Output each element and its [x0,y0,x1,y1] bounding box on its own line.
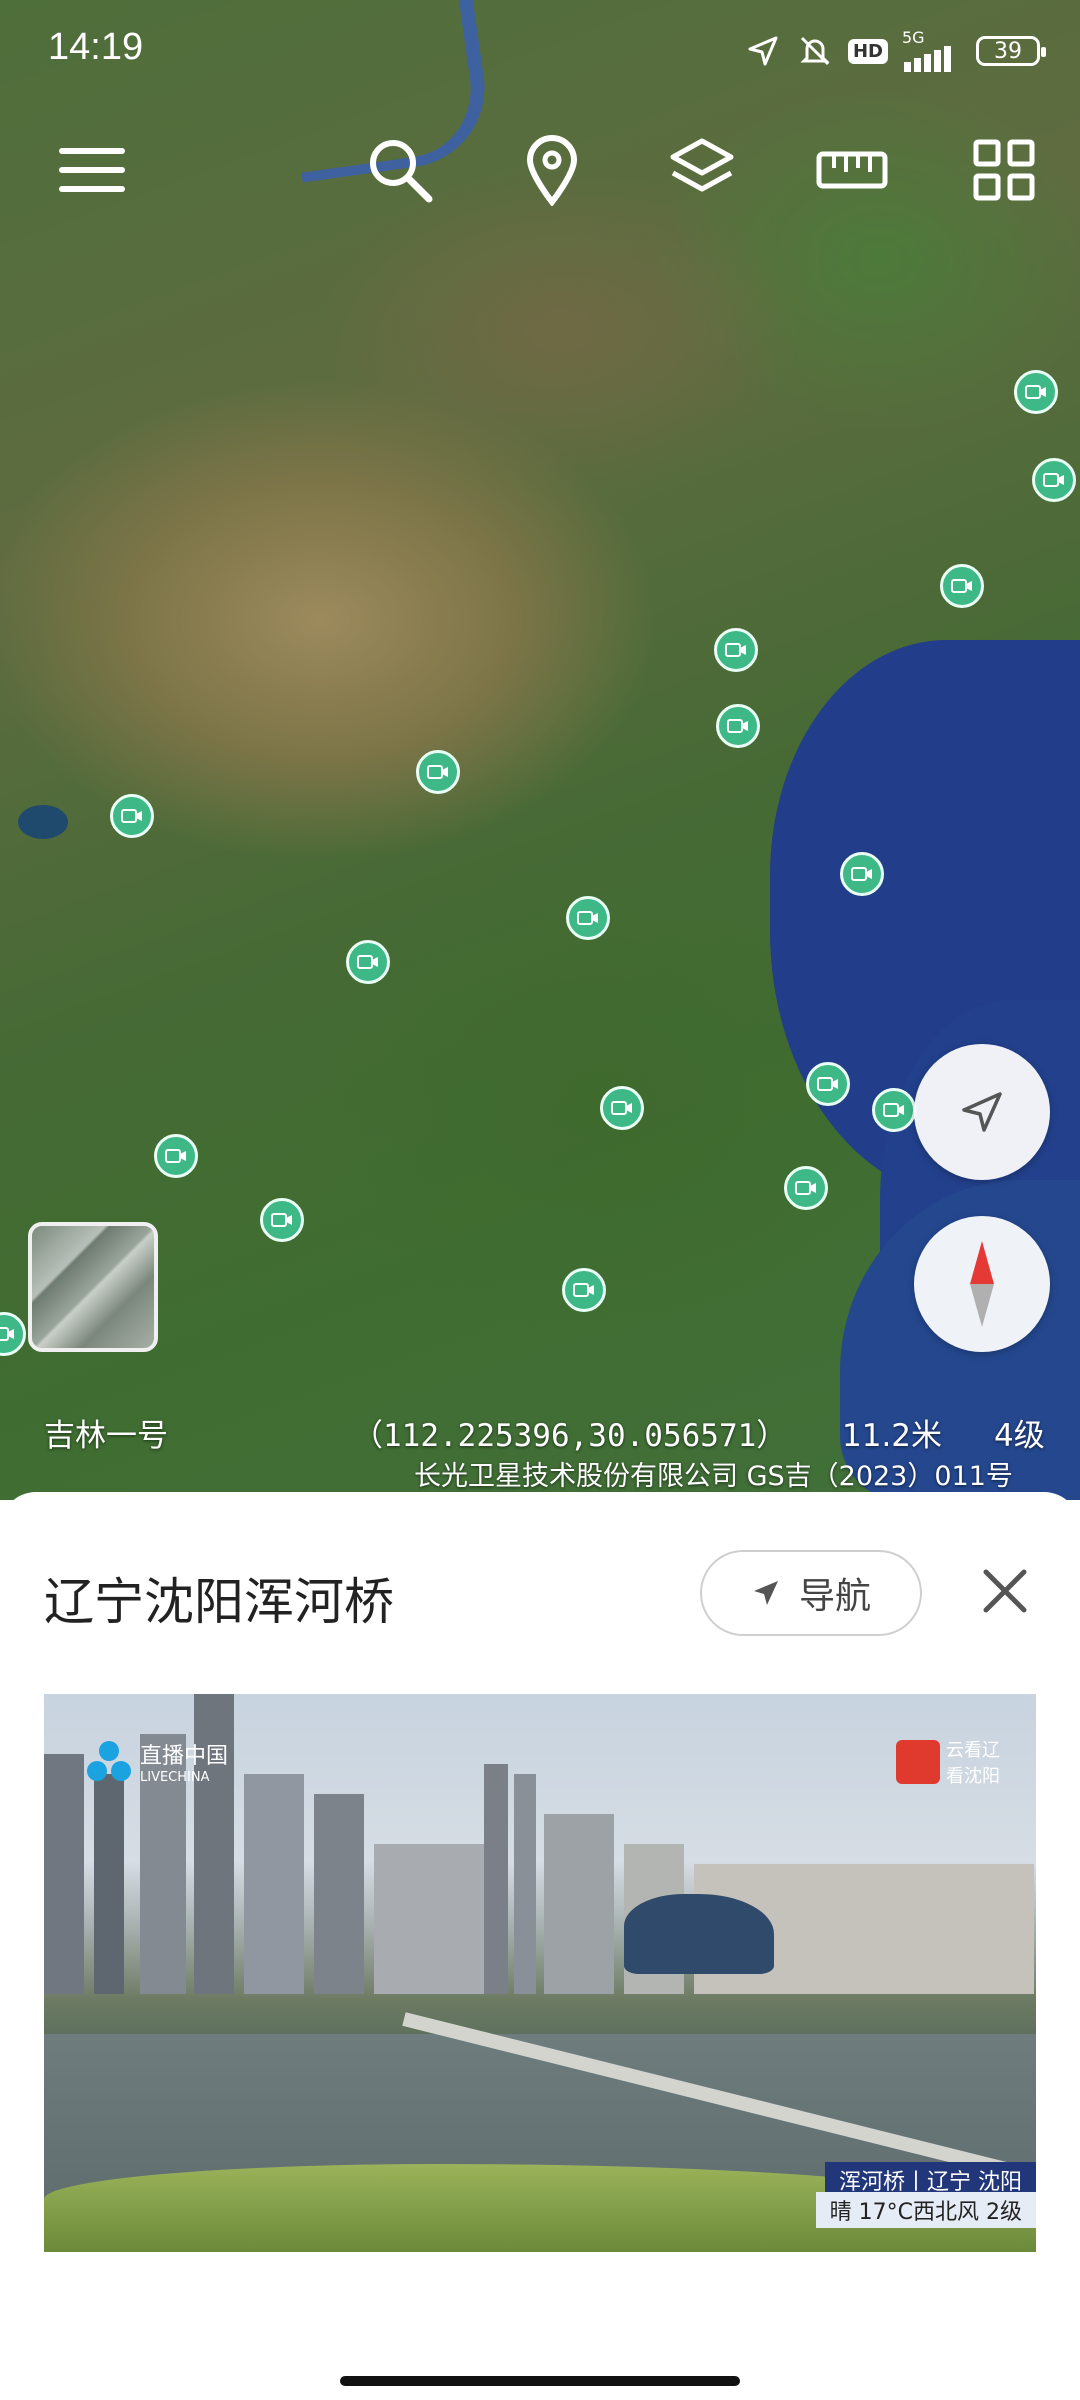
camera-marker[interactable] [566,896,610,940]
home-indicator[interactable] [340,2376,740,2386]
mute-bell-icon [796,32,834,70]
building [544,1814,614,1994]
video-camera-icon [851,867,872,881]
navigation-arrow-icon [962,1092,1002,1132]
camera-marker[interactable] [714,628,758,672]
map-toolbar [0,120,1080,220]
satellite-map[interactable]: 吉林一号 （112.225396,30.056571） 11.2米 4级 长光卫… [0,0,1080,1500]
more-tools-button[interactable] [964,130,1044,210]
livechina-logo-subtext: LIVECHINA [140,1770,210,1785]
imagery-source-label: 吉林一号 [44,1418,168,1454]
broadcaster-logo-icon [896,1740,940,1784]
ruler-icon [816,151,888,189]
building [374,1844,494,1994]
hd-icon: HD [847,38,888,64]
network-type: 5G [902,28,925,47]
broadcaster-logo-line2: 看沈阳 [946,1766,1000,1787]
broadcaster-logo-line1: 云看辽 [946,1740,1000,1761]
pin-icon [526,135,578,206]
camera-marker[interactable] [872,1088,916,1132]
measure-button[interactable] [812,130,892,210]
scale-readout: 11.2米 [842,1418,943,1454]
video-camera-icon [0,1327,14,1341]
location-pin-button[interactable] [512,130,592,210]
clock: 14:19 [48,26,144,68]
camera-marker[interactable] [600,1086,644,1130]
video-camera-icon [271,1213,292,1227]
video-camera-icon [1025,385,1046,399]
camera-marker[interactable] [346,940,390,984]
video-camera-icon [121,809,142,823]
coordinates-readout: （112.225396,30.056571） [352,1418,788,1454]
video-camera-icon [951,579,972,593]
locate-me-button[interactable] [914,1044,1050,1180]
video-camera-icon [795,1181,816,1195]
close-button[interactable] [972,1558,1038,1624]
signal-icon: 5G [902,30,962,72]
building [514,1774,536,1994]
livechina-logo-text: 直播中国 [140,1744,229,1769]
search-icon [370,140,433,203]
battery-level: 39 [994,38,1022,64]
video-camera-icon [883,1103,904,1117]
camera-marker[interactable] [260,1198,304,1242]
video-camera-icon [573,1283,594,1297]
camera-marker[interactable] [416,750,460,794]
video-camera-icon [357,955,378,969]
zoom-level-readout: 4级 [994,1418,1045,1454]
status-bar: 14:19 HD 5G 39 [0,0,1080,100]
camera-marker[interactable] [110,794,154,838]
building [244,1774,304,1994]
navigation-arrow-icon [753,1581,778,1605]
search-button[interactable] [360,130,440,210]
compass-button[interactable] [914,1216,1050,1352]
video-camera-icon [817,1077,838,1091]
camera-marker[interactable] [154,1134,198,1178]
grid-icon [973,139,1035,201]
camera-marker[interactable] [806,1062,850,1106]
lake [18,805,68,839]
navigate-button-label: 导航 [798,1576,871,1617]
video-camera-icon [427,765,448,779]
video-camera-icon [165,1149,186,1163]
video-caption-weather: 晴 17°C西北风 2级 [815,2192,1036,2228]
livechina-logo-icon [87,1740,131,1781]
layers-button[interactable] [662,130,742,210]
menu-button[interactable] [52,130,132,210]
building [314,1794,364,1994]
location-title: 辽宁沈阳浑河桥 [44,1573,394,1631]
navigate-button[interactable]: 导航 [700,1550,922,1636]
building [484,1764,508,1994]
map-style-thumbnail[interactable] [28,1222,158,1352]
video-camera-icon [727,719,748,733]
camera-marker[interactable] [940,564,984,608]
camera-marker[interactable] [1032,458,1076,502]
building [44,1754,84,1994]
location-arrow-icon [744,32,782,70]
compass-icon [970,1241,994,1327]
concert-hall [624,1894,774,1974]
broadcaster-logo: 云看辽 看沈阳 [896,1736,1000,1788]
video-camera-icon [725,643,746,657]
battery-icon: 39 [976,36,1046,66]
close-icon [983,1569,1027,1613]
camera-marker[interactable] [716,704,760,748]
video-camera-icon [611,1101,632,1115]
livechina-logo: 直播中国 LIVECHINA [84,1738,228,1785]
building [94,1774,124,1994]
live-camera-video[interactable]: 直播中国 LIVECHINA 云看辽 看沈阳 浑河桥丨辽宁 沈阳 晴 17°C西… [44,1694,1036,2252]
video-camera-icon [577,911,598,925]
location-detail-sheet: 辽宁沈阳浑河桥 导航 直播中国 LIVECHINA 云看辽 看沈阳 浑河桥丨辽宁… [0,1492,1080,2400]
camera-marker[interactable] [784,1166,828,1210]
camera-marker[interactable] [840,852,884,896]
video-camera-icon [1043,473,1064,487]
menu-icon [59,148,125,192]
layers-icon [670,138,734,192]
camera-marker[interactable] [1014,370,1058,414]
camera-marker[interactable] [0,1312,26,1356]
copyright-text: 长光卫星技术股份有限公司 GS吉（2023）011号 [414,1461,1013,1492]
camera-marker[interactable] [562,1268,606,1312]
